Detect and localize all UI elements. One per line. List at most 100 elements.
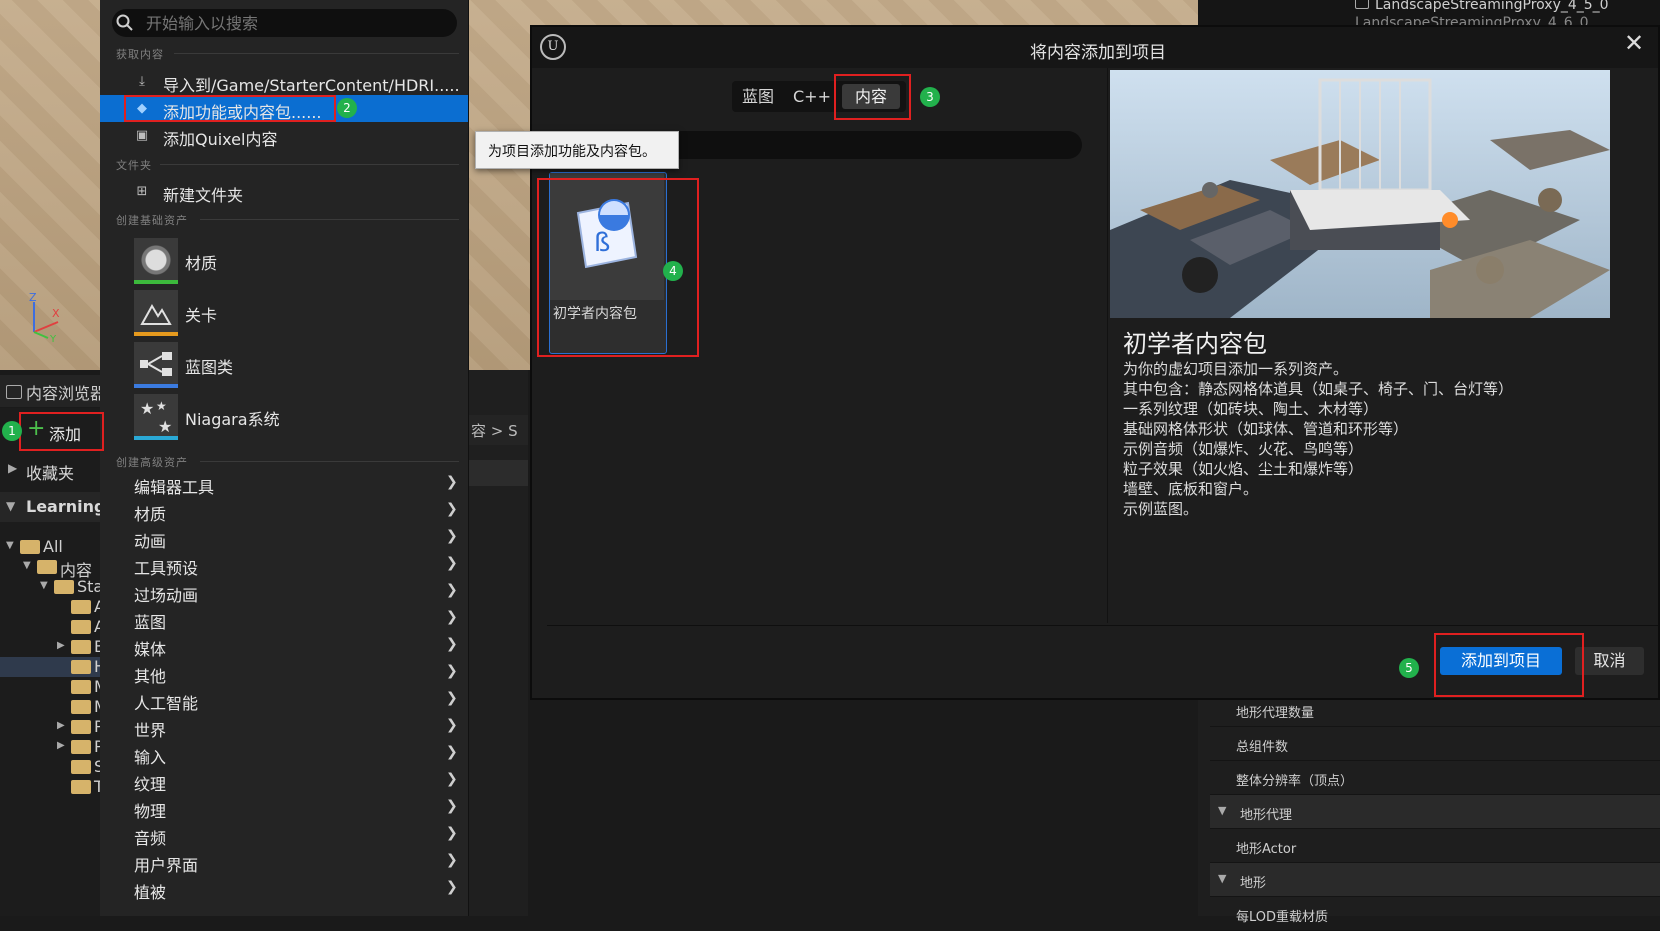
import-icon: ⤓: [139, 74, 145, 89]
details-property[interactable]: 总组件数: [1210, 727, 1660, 761]
blueprint-class-icon: [134, 342, 178, 386]
submenu-label: 音频: [134, 829, 167, 848]
asset-material[interactable]: 材质: [100, 236, 468, 286]
tree-folder[interactable]: Ma: [0, 697, 118, 717]
details-property[interactable]: 每LOD重载材质: [1210, 897, 1660, 931]
submenu-label: 媒体: [134, 640, 167, 659]
description-line: 其中包含：静态网格体道具（如桌子、椅子、门、台灯等）: [1123, 380, 1514, 398]
tree-folder[interactable]: Sh: [0, 757, 114, 777]
submenu-item[interactable]: 材质 ❯: [100, 497, 468, 524]
project-section[interactable]: ▼ LearningC: [0, 492, 117, 522]
chevron-right-icon: ❯: [446, 825, 458, 841]
submenu-item[interactable]: 编辑器工具 ❯: [100, 470, 468, 497]
folder-icon: [71, 680, 91, 694]
outliner-row[interactable]: LandscapeStreamingProxy_4_5_0: [1355, 0, 1609, 13]
details-property[interactable]: 整体分辨率（顶点）: [1210, 761, 1660, 795]
submenu-item[interactable]: 工具预设 ❯: [100, 551, 468, 578]
folder-icon: [71, 780, 91, 794]
tree-folder[interactable]: HD: [0, 657, 118, 677]
folder-icon: [71, 660, 91, 674]
asset-search-bar[interactable]: [468, 460, 528, 486]
chevron-down-icon[interactable]: ▼: [40, 580, 48, 591]
tree-folder[interactable]: ▶Pa: [0, 717, 113, 737]
menu-search-input[interactable]: [146, 12, 446, 34]
asset-level[interactable]: 关卡: [100, 288, 468, 338]
chevron-right-icon: ❯: [446, 528, 458, 544]
submenu-item[interactable]: 动画 ❯: [100, 524, 468, 551]
svg-text:★: ★: [140, 399, 154, 418]
submenu-item[interactable]: 人工智能 ❯: [100, 686, 468, 713]
svg-text:★: ★: [156, 399, 167, 413]
folder-icon: [20, 540, 40, 554]
submenu-label: 工具预设: [134, 559, 199, 578]
submenu-item[interactable]: 纹理 ❯: [100, 767, 468, 794]
chevron-right-icon: ❯: [446, 582, 458, 598]
details-label: 地形: [1240, 876, 1267, 891]
description-line: 示例音频（如爆炸、火花、鸟鸣等）: [1123, 440, 1364, 458]
folder-icon: [71, 760, 91, 774]
tree-folder[interactable]: ▼ 内容: [0, 557, 100, 580]
tab-cpp[interactable]: C++: [790, 84, 834, 109]
submenu-item[interactable]: 输入 ❯: [100, 740, 468, 767]
annotation-badge: 4: [663, 261, 683, 281]
submenu-item[interactable]: 音频 ❯: [100, 821, 468, 848]
submenu-item[interactable]: 媒体 ❯: [100, 632, 468, 659]
chevron-down-icon[interactable]: ▼: [6, 540, 14, 551]
details-category[interactable]: ▼ 地形代理: [1210, 795, 1660, 829]
favorites-section[interactable]: ▶ 收藏夹: [0, 455, 100, 485]
tab-blueprint[interactable]: 蓝图: [736, 84, 780, 109]
submenu-item[interactable]: 用户界面 ❯: [100, 848, 468, 875]
chevron-right-icon: ❯: [446, 501, 458, 517]
tree-folder[interactable]: ▼ All: [0, 537, 100, 557]
folder-icon: [71, 720, 91, 734]
tree-folder[interactable]: Arc: [0, 597, 120, 617]
details-property[interactable]: 地形Actor: [1210, 829, 1660, 863]
submenu-item[interactable]: 世界 ❯: [100, 713, 468, 740]
description-line: 粒子效果（如火焰、尘土和爆炸等）: [1123, 460, 1364, 478]
details-label: 总组件数: [1236, 740, 1289, 755]
submenu-label: 人工智能: [134, 694, 199, 713]
level-icon: [134, 290, 178, 334]
path-bar[interactable]: 容 > S: [468, 415, 528, 445]
chevron-right-icon[interactable]: ▶: [57, 720, 65, 731]
tree-folder[interactable]: Au: [0, 617, 115, 637]
submenu-label: 编辑器工具: [134, 478, 215, 497]
submenu-item[interactable]: 蓝图 ❯: [100, 605, 468, 632]
annotation-badge: 2: [337, 98, 357, 118]
chevron-right-icon: ❯: [446, 879, 458, 895]
chevron-right-icon[interactable]: ▶: [57, 640, 65, 651]
annotation-box: [1434, 633, 1584, 697]
section-get-content: 获取内容: [116, 48, 164, 61]
add-quixel-menu-item[interactable]: ▣ 添加Quixel内容: [100, 122, 468, 149]
chevron-down-icon[interactable]: ▼: [23, 560, 31, 571]
close-icon[interactable]: ✕: [1622, 31, 1646, 56]
tree-folder[interactable]: ▶Blu: [0, 637, 120, 657]
cancel-button[interactable]: 取消: [1575, 647, 1644, 675]
chevron-right-icon: ❯: [446, 852, 458, 868]
dialog-search-box[interactable]: [620, 131, 1082, 159]
chevron-right-icon[interactable]: ▶: [57, 740, 65, 751]
tree-folder[interactable]: ▼ Star: [0, 577, 110, 597]
submenu-item[interactable]: 物理 ❯: [100, 794, 468, 821]
section-divider: [160, 164, 459, 165]
tree-folder[interactable]: ▶Pro: [0, 737, 119, 757]
submenu-item[interactable]: 过场动画 ❯: [100, 578, 468, 605]
details-label: 地形代理数量: [1236, 706, 1315, 721]
tree-folder[interactable]: Te: [0, 777, 111, 797]
tree-folder[interactable]: Ma: [0, 677, 118, 697]
chevron-down-icon: ▼: [1218, 804, 1227, 817]
submenu-item[interactable]: 植被 ❯: [100, 875, 468, 902]
chevron-right-icon: ❯: [446, 609, 458, 625]
search-icon: [116, 14, 133, 31]
import-menu-item[interactable]: ⤓ 导入到/Game/StarterContent/HDRI.....: [100, 68, 468, 95]
preview-title: 初学者内容包: [1123, 330, 1267, 358]
details-category[interactable]: ▼ 地形: [1210, 863, 1660, 897]
asset-niagara-system[interactable]: ★ ★ ★ Niagara系统: [100, 392, 468, 442]
asset-blueprint-class[interactable]: 蓝图类: [100, 340, 468, 390]
actor-icon: [1355, 0, 1369, 9]
description-line: 一系列纹理（如砖块、陶土、木材等）: [1123, 400, 1379, 418]
submenu-item[interactable]: 其他 ❯: [100, 659, 468, 686]
material-icon: [134, 238, 178, 282]
new-folder-menu-item[interactable]: ⊞ 新建文件夹: [100, 178, 468, 205]
section-folder: 文件夹: [116, 159, 152, 172]
